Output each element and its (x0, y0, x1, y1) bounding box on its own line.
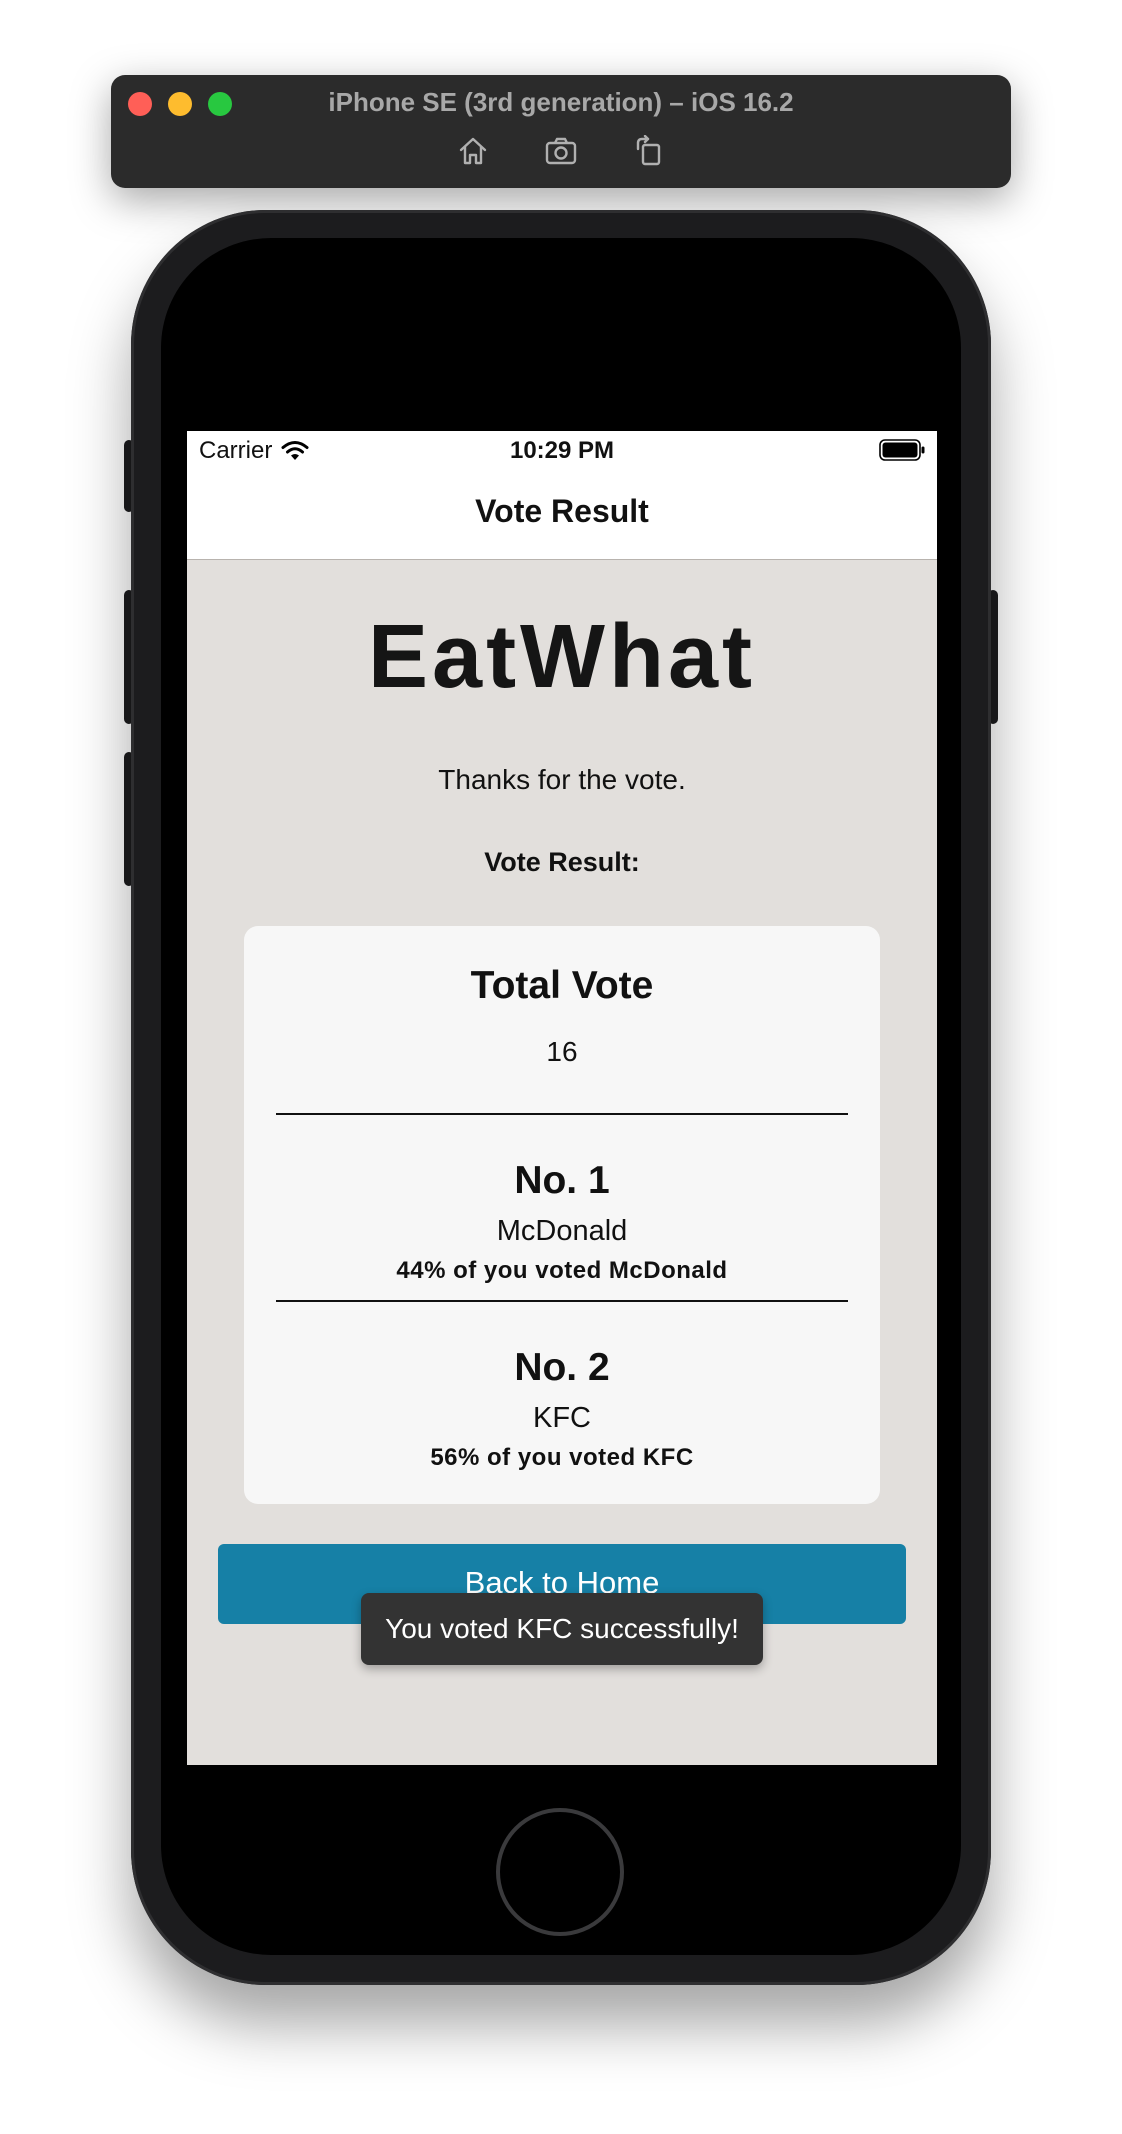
app-screen: Carrier 10:29 PM Vote Result EatWhat Tha… (187, 431, 937, 1765)
total-vote-value: 16 (546, 1036, 578, 1067)
divider (276, 1113, 848, 1115)
rank-1-title: No. 1 (514, 1159, 610, 1202)
app-title: EatWhat (368, 607, 756, 707)
screenshot-icon[interactable] (543, 133, 579, 169)
status-time: 10:29 PM (509, 437, 615, 464)
navigation-bar: Vote Result (187, 471, 937, 560)
status-bar: Carrier 10:29 PM (187, 431, 937, 471)
vote-result-heading: Vote Result: (484, 847, 640, 877)
battery-icon (879, 439, 925, 461)
rank-2-percent: 56% of you voted KFC (430, 1444, 694, 1471)
rank-2-title: No. 2 (514, 1346, 610, 1389)
thanks-message: Thanks for the vote. (438, 764, 686, 795)
simulator-toolbar (111, 133, 1011, 169)
total-vote-label: Total Vote (470, 964, 654, 1007)
rotate-icon[interactable] (631, 133, 667, 169)
simulator-title-bar: iPhone SE (3rd generation) – iOS 16.2 (111, 75, 1011, 188)
rank-2-name: KFC (533, 1402, 591, 1434)
rank-1-name: McDonald (496, 1215, 628, 1247)
home-button[interactable] (496, 1808, 624, 1936)
vote-result-card: Total Vote 16 No. 1 McDonald 44% of you … (244, 926, 880, 1504)
simulator-title: iPhone SE (3rd generation) – iOS 16.2 (328, 87, 794, 117)
nav-title: Vote Result (475, 493, 649, 529)
toast-notification: You voted KFC successfully! (361, 1593, 763, 1665)
rank-1-percent: 44% of you voted McDonald (396, 1257, 728, 1284)
divider (276, 1300, 848, 1302)
home-icon[interactable] (455, 133, 491, 169)
